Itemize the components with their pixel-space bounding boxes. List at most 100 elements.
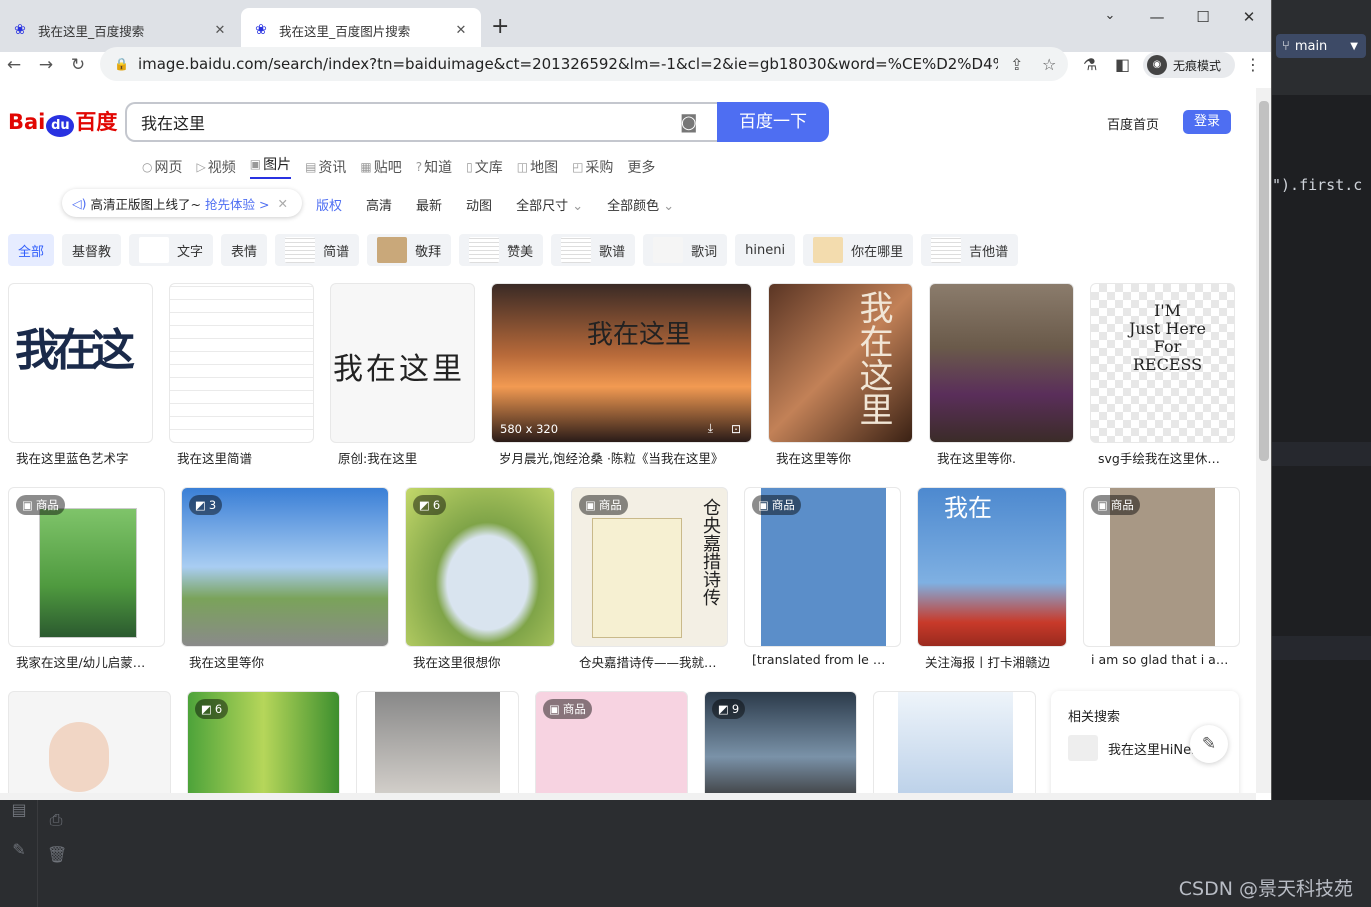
chip[interactable]: hineni [735,234,796,266]
nav-zhidao[interactable]: ? 知道 [416,154,452,179]
login-button[interactable]: 登录 [1183,110,1231,134]
image-card[interactable]: ▣ 商品 [8,487,165,647]
pin-icon[interactable]: ✎ [10,840,28,859]
filter-latest[interactable]: 最新 [416,195,442,214]
forward-icon[interactable]: → [36,55,56,75]
image-card[interactable]: 仓央嘉措诗传 ▣ 商品 [571,487,728,647]
new-tab-button[interactable]: + [491,14,509,39]
close-icon[interactable]: ✕ [277,196,287,211]
horizontal-scrollbar[interactable] [0,793,1256,800]
image-card[interactable]: ▣ 商品 [535,691,688,793]
image-card[interactable]: 我在这 [8,283,153,443]
image-card[interactable]: 我在 [917,487,1067,647]
image-caption[interactable]: 仓央嘉措诗传——我就在这里 [579,652,719,671]
nav-video[interactable]: ▷ 视频 [196,154,235,179]
image-card[interactable]: ◩ 3 [181,487,389,647]
chip[interactable]: 歌词 [643,234,728,266]
image-card[interactable]: 我在这里 [330,283,475,443]
address-bar[interactable]: 🔒 image.baidu.com/search/index?tn=baidui… [100,47,1068,81]
download-icon[interactable]: ⤓ [708,421,713,436]
related-search-item[interactable]: 我在这里HiNeni [1068,735,1203,761]
image-caption[interactable]: i am so glad that i am here [1091,652,1231,667]
image-card[interactable]: ▣ 商品 [744,487,901,647]
filter-size[interactable]: 全部尺寸 ⌄ [516,195,583,214]
image-caption[interactable]: 我在这里蓝色艺术字 [16,448,141,467]
image-card[interactable]: I'M Just Here For RECESS [1090,283,1235,443]
image-caption[interactable]: 我家在这里/幼儿启蒙绘本 [16,652,153,671]
image-caption[interactable]: 原创:我在这里 [338,448,463,467]
edit-pencil-icon[interactable]: ✎ [1190,725,1228,763]
filter-color[interactable]: 全部颜色 ⌄ [607,195,674,214]
nav-map[interactable]: ◫ 地图 [517,154,558,179]
image-caption[interactable]: 岁月晨光,饱经沧桑 ·陈粒《当我在这里》 [499,448,744,467]
image-card[interactable]: ▣ 商品 [1083,487,1240,647]
close-icon[interactable]: ✕ [212,23,228,38]
camera-icon[interactable]: ◙ [680,112,697,133]
tab-image-search[interactable]: ❀ 我在这里_百度图片搜索 ✕ [241,8,481,52]
tab-search-chevron-icon[interactable]: ⌄ [1095,8,1125,23]
nav-image[interactable]: ▣ 图片 [249,154,292,179]
bookmark-star-icon[interactable]: ☆ [1042,55,1056,74]
scrollbar-thumb[interactable] [1259,101,1269,461]
image-caption[interactable]: 我在这里很想你 [413,652,548,671]
filter-hd[interactable]: 高清 [366,195,392,214]
filter-copyright[interactable]: 版权 [316,195,342,214]
window-close-button[interactable]: ✕ [1234,8,1264,26]
chip[interactable]: 赞美 [459,234,544,266]
image-card[interactable]: 我在这里 [768,283,913,443]
image-card[interactable] [929,283,1074,443]
search-input[interactable]: 我在这里 [125,102,719,142]
incognito-indicator[interactable]: ◉ 无痕模式 [1143,52,1235,78]
menu-icon[interactable]: ⋮ [1245,55,1261,74]
code-editor[interactable] [1272,95,1371,907]
nav-wenku[interactable]: ▯ 文库 [466,154,503,179]
back-icon[interactable]: ← [4,55,24,75]
nav-more[interactable]: 更多 [627,154,655,179]
image-card[interactable]: ◩ 9 [704,691,857,793]
share-icon[interactable]: ⇪ [1010,55,1023,74]
nav-web[interactable]: ○ 网页 [142,154,182,179]
chip[interactable]: 简谱 [275,234,360,266]
extension-icon[interactable]: ⚗ [1083,55,1097,74]
minimize-button[interactable]: — [1142,8,1172,26]
layout-icon[interactable]: ▤ [10,800,28,819]
image-card[interactable] [873,691,1036,793]
nav-news[interactable]: ▤ 资讯 [305,154,346,179]
image-caption[interactable]: 我在这里简谱 [177,448,302,467]
image-card[interactable]: 我在这里 580 x 320 ⤓ ⊡ [491,283,752,443]
chip[interactable]: 文字 [129,234,214,266]
trash-icon[interactable]: 🗑 [47,845,67,864]
sidepanel-icon[interactable]: ◧ [1115,55,1130,74]
nav-tieba[interactable]: ▦ 贴吧 [360,154,401,179]
nav-shop[interactable]: ◰ 采购 [572,154,613,179]
image-caption[interactable]: 我在这里等你 [189,652,379,671]
home-link[interactable]: 百度首页 [1107,114,1159,133]
chip[interactable]: 表情 [221,234,268,266]
image-caption[interactable]: 关注海报丨打卡湘赣边 [925,652,1060,671]
baidu-logo[interactable]: Bai du 百度 [8,106,117,137]
promo-link[interactable]: 抢先体验 > [205,194,269,213]
chip[interactable]: 你在哪里 [803,234,914,266]
branch-selector[interactable]: ⑂ main ▼ [1276,34,1366,58]
image-card[interactable]: ◩ 6 [187,691,340,793]
chip[interactable]: 全部 [8,234,55,266]
image-card[interactable]: ◩ 6 [405,487,555,647]
reload-icon[interactable]: ↻ [68,55,88,75]
image-caption[interactable]: 我在这里等你. [937,448,1062,467]
image-card[interactable] [8,691,171,793]
image-card[interactable] [169,283,314,443]
chip[interactable]: 敬拜 [367,234,452,266]
image-caption[interactable]: svg手绘我在这里休息字体 [1098,448,1223,467]
filter-animated[interactable]: 动图 [466,195,492,214]
tab-search[interactable]: ❀ 我在这里_百度搜索 ✕ [0,8,240,52]
print-icon[interactable]: ⎙ [47,810,65,829]
chip[interactable]: 吉他谱 [921,234,1019,266]
similar-search-icon[interactable]: ⊡ [731,422,741,436]
image-caption[interactable]: 我在这里等你 [776,448,901,467]
close-icon[interactable]: ✕ [453,23,469,38]
image-card[interactable] [356,691,519,793]
chip[interactable]: 基督教 [62,234,122,266]
maximize-button[interactable]: ☐ [1188,8,1218,26]
image-caption[interactable]: [translated from le petit parisian] [752,652,892,667]
chip[interactable]: 歌谱 [551,234,636,266]
